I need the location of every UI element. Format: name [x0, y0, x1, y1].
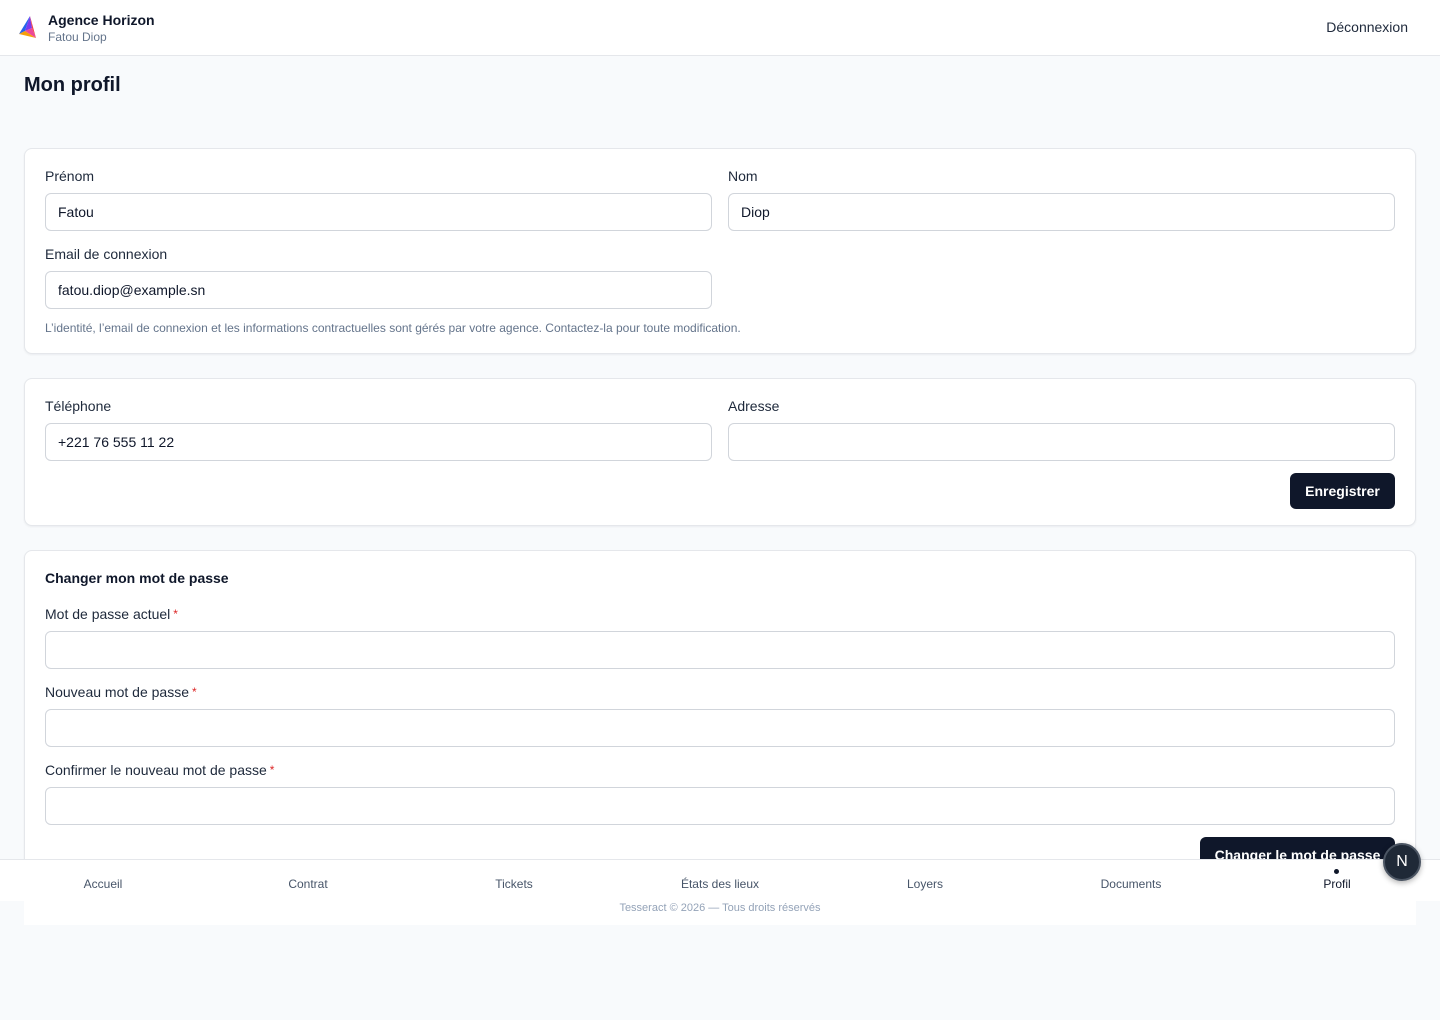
email-input[interactable]: fatou.diop@example.sn [45, 271, 712, 309]
top-bar: Agence Horizon Fatou Diop Déconnexion [0, 0, 1440, 56]
user-name: Fatou Diop [48, 30, 107, 44]
footer: Tesseract © 2026 — Tous droits réservés [24, 901, 1416, 925]
email-label: Email de connexion [45, 246, 168, 262]
password-card: Changer mon mot de passe Mot de passe ac… [24, 550, 1416, 880]
password-section-title: Changer mon mot de passe [45, 570, 229, 586]
copyright-text: Tesseract © 2026 — Tous droits réservés [619, 902, 821, 914]
email-field-group: Email de connexion fatou.diop@example.sn [45, 245, 712, 309]
floating-n-button[interactable]: N [1383, 843, 1421, 881]
agency-logo-icon [19, 16, 36, 38]
nav-item-loyers[interactable]: Loyers [845, 877, 1005, 891]
address-field-group: Adresse [728, 397, 1395, 461]
required-mark: * [269, 763, 275, 777]
phone-field-group: Téléphone +221 76 555 11 22 [45, 397, 712, 461]
new-password-input[interactable] [45, 709, 1395, 747]
last-name-field-group: Nom Diop [728, 167, 1395, 231]
agency-name: Agence Horizon [48, 12, 155, 28]
confirm-password-label: Confirmer le nouveau mot de passe * [45, 762, 275, 778]
nav-item-contrat[interactable]: Contrat [228, 877, 388, 891]
brand: Agence Horizon Fatou Diop [16, 12, 155, 46]
first-name-label: Prénom [45, 168, 95, 184]
page-title: Mon profil [24, 74, 121, 96]
confirm-password-input[interactable] [45, 787, 1395, 825]
phone-label: Téléphone [45, 398, 112, 414]
first-name-input[interactable]: Fatou [45, 193, 712, 231]
nav-item-tickets[interactable]: Tickets [434, 877, 594, 891]
logout-button[interactable]: Déconnexion [1326, 19, 1408, 35]
nav-item-accueil[interactable]: Accueil [23, 877, 183, 891]
required-mark: * [173, 607, 178, 621]
current-password-label: Mot de passe actuel * [45, 606, 178, 622]
address-input[interactable] [728, 423, 1395, 461]
identity-help-text: L’identité, l’email de connexion et les … [45, 321, 741, 335]
save-button[interactable]: Enregistrer [1290, 473, 1395, 509]
first-name-field-group: Prénom Fatou [45, 167, 712, 231]
required-mark: * [191, 685, 197, 699]
new-password-label: Nouveau mot de passe * [45, 684, 197, 700]
phone-input[interactable]: +221 76 555 11 22 [45, 423, 712, 461]
confirm-password-field-group: Confirmer le nouveau mot de passe * [45, 761, 1395, 825]
contact-card: Téléphone +221 76 555 11 22 Adresse Enre… [24, 378, 1416, 526]
new-password-field-group: Nouveau mot de passe * [45, 683, 1395, 747]
address-label: Adresse [728, 398, 780, 414]
current-password-field-group: Mot de passe actuel * [45, 605, 1395, 669]
current-password-input[interactable] [45, 631, 1395, 669]
last-name-label: Nom [728, 168, 758, 184]
nav-item-documents[interactable]: Documents [1051, 877, 1211, 891]
last-name-input[interactable]: Diop [728, 193, 1395, 231]
nav-item-etats-des-lieux[interactable]: États des lieux [640, 877, 800, 891]
identity-card: Prénom Fatou Nom Diop Email de connexion… [24, 148, 1416, 354]
bottom-nav: Accueil Contrat Tickets États des lieux … [0, 859, 1440, 901]
active-nav-indicator [1334, 869, 1339, 874]
